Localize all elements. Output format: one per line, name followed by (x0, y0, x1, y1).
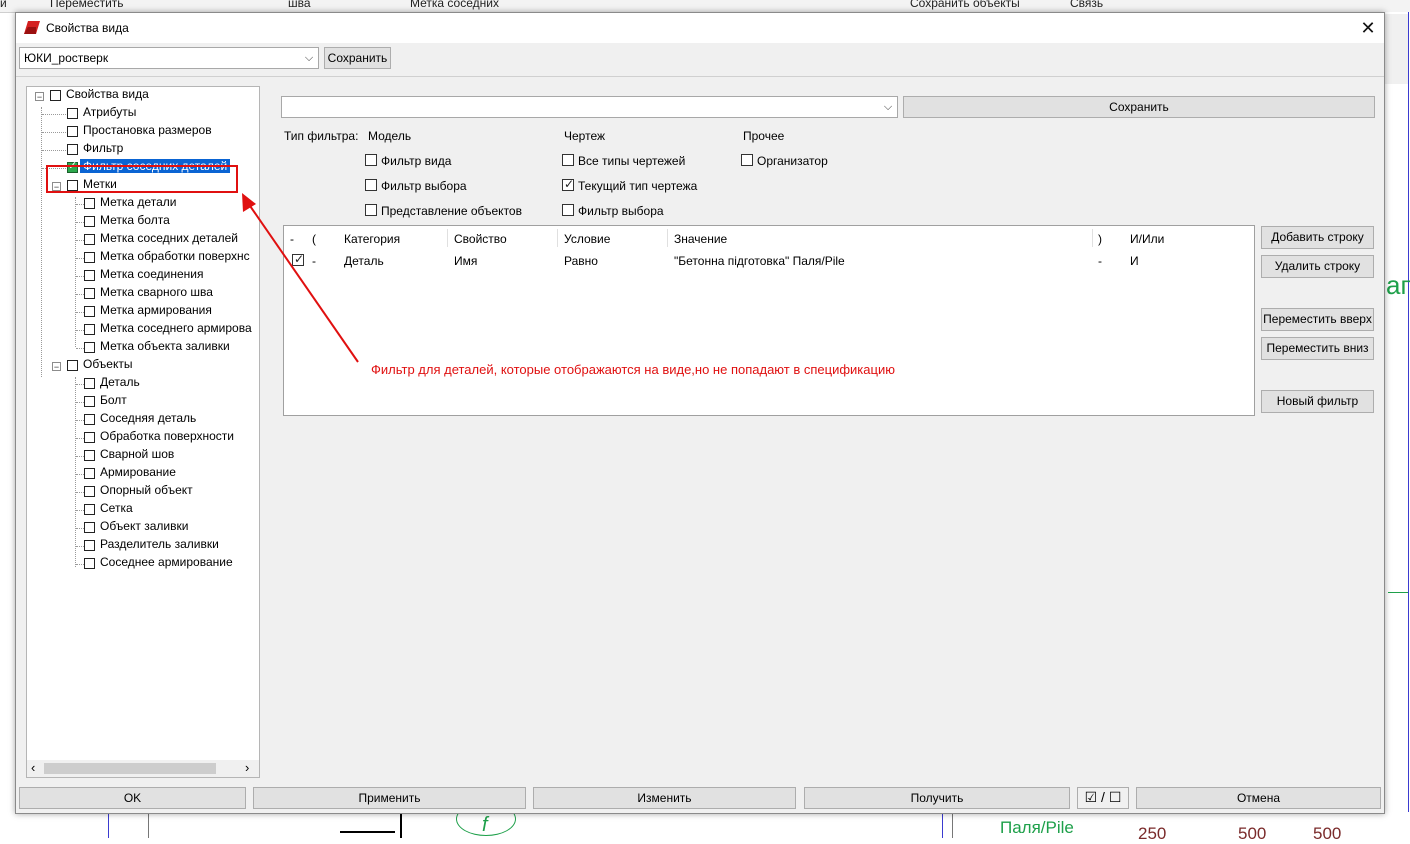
annotation-arrow-icon (242, 193, 359, 363)
